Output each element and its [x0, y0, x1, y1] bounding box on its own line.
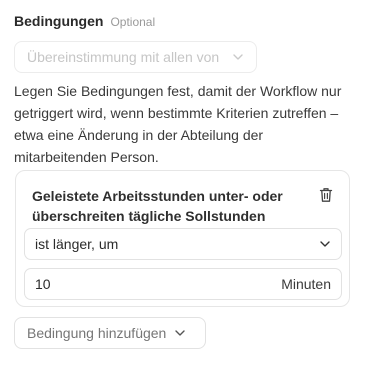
minutes-unit: Minuten: [281, 276, 331, 292]
chevron-down-icon: [320, 241, 330, 247]
match-mode-value: Übereinstimmung mit allen von: [27, 49, 220, 65]
minutes-input[interactable]: 10 Minuten: [24, 268, 342, 300]
section-header: Bedingungen Optional: [14, 13, 155, 29]
match-mode-select[interactable]: Übereinstimmung mit allen von: [14, 41, 257, 73]
add-condition-label: Bedingung hinzufügen: [27, 325, 167, 341]
description-text: Legen Sie Bedingungen fest, damit der Wo…: [14, 83, 342, 165]
operator-value: ist länger, um: [35, 236, 119, 252]
minutes-value: 10: [35, 276, 51, 292]
operator-select[interactable]: ist länger, um: [24, 228, 342, 260]
chevron-down-icon: [233, 54, 243, 60]
condition-title: Geleistete Arbeitsstunden unter- oder üb…: [32, 188, 283, 224]
section-title: Bedingungen: [14, 13, 104, 29]
condition-card: Geleistete Arbeitsstunden unter- oder üb…: [15, 170, 350, 307]
optional-label: Optional: [110, 15, 156, 29]
add-condition-button[interactable]: Bedingung hinzufügen: [14, 317, 206, 349]
chevron-down-icon: [175, 330, 186, 336]
trash-icon[interactable]: [319, 187, 333, 203]
